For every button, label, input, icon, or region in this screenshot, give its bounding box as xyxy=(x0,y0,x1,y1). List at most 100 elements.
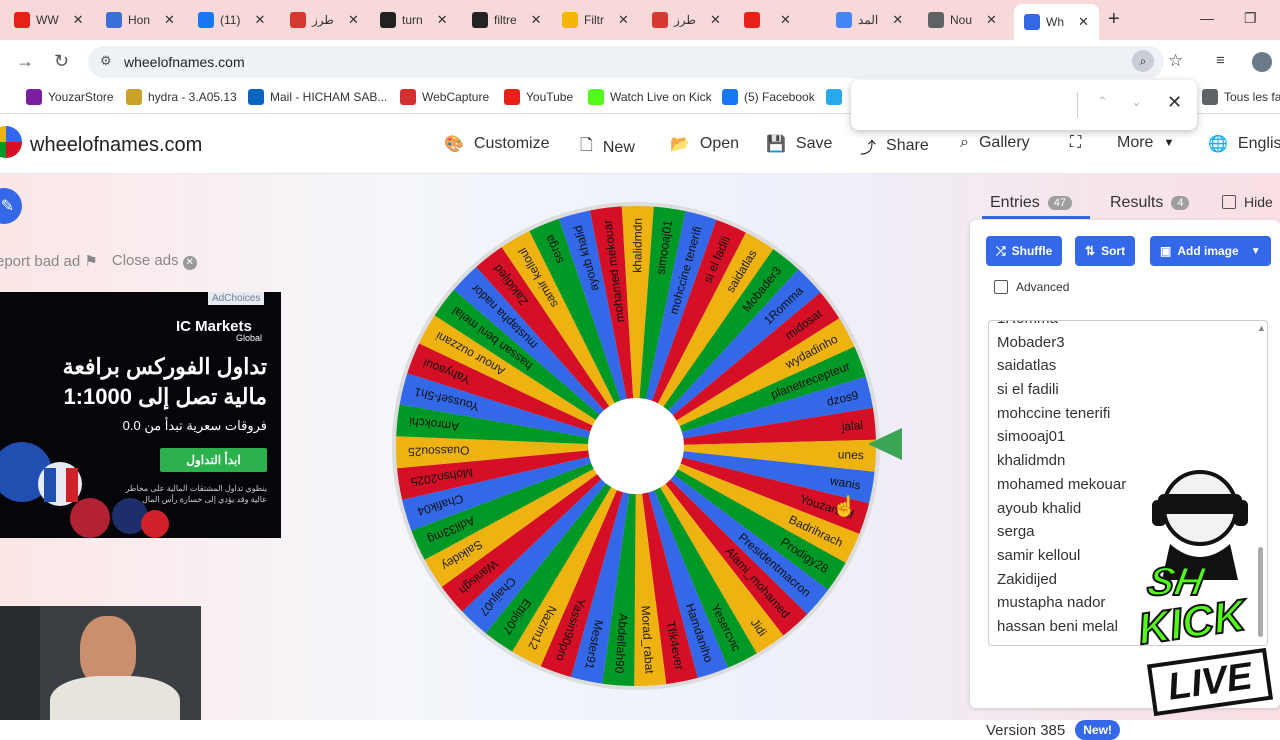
bookmark-star-icon[interactable]: ☆ xyxy=(1168,51,1183,71)
sort-button[interactable]: ⇅ Sort xyxy=(1075,236,1136,266)
tab-results[interactable]: Results 4 xyxy=(1110,194,1190,212)
close-tab-icon[interactable]: ✕ xyxy=(618,12,629,28)
reload-icon[interactable]: ↻ xyxy=(54,51,69,72)
bookmark-item[interactable]: YouTube xyxy=(504,89,573,105)
close-tab-icon[interactable]: ✕ xyxy=(73,12,84,28)
ad-cta-button[interactable]: ابدأ التداول xyxy=(160,448,267,472)
close-tab-icon[interactable]: ✕ xyxy=(348,12,359,28)
ad-headline: تداول الفوركس برافعة xyxy=(62,354,267,379)
site-logo[interactable] xyxy=(0,126,22,158)
folder-icon: 📂 xyxy=(670,136,690,153)
fullscreen-button[interactable]: ⛶ xyxy=(1070,134,1081,152)
find-next-icon[interactable]: ⌄ xyxy=(1131,94,1142,110)
add-image-button[interactable]: ▣ Add image ▼ xyxy=(1150,236,1271,266)
bookmark-item[interactable]: Tous les fa xyxy=(1202,89,1280,105)
close-tab-icon[interactable]: ✕ xyxy=(892,12,903,28)
close-tab-icon[interactable]: ✕ xyxy=(1078,14,1089,30)
browser-tab[interactable]: طرز ✕ xyxy=(652,6,721,34)
close-icon[interactable]: ✕ xyxy=(1167,92,1182,113)
advanced-toggle[interactable]: Advanced xyxy=(994,280,1069,294)
minimize-icon[interactable]: — xyxy=(1200,10,1214,26)
browser-tab[interactable]: Filtr ✕ xyxy=(562,6,629,34)
close-tab-icon[interactable]: ✕ xyxy=(254,12,265,28)
webcam-overlay xyxy=(0,606,201,720)
browser-tab[interactable]: (11) ✕ xyxy=(198,6,265,34)
menu-customize[interactable]: 🎨 Customize xyxy=(444,134,550,154)
browser-tab[interactable]: المد ✕ xyxy=(836,6,903,34)
flag-icon: ⚑ xyxy=(84,253,98,270)
find-prev-icon[interactable]: ⌃ xyxy=(1097,94,1108,110)
menu-new[interactable]: 🗋 New xyxy=(580,134,635,161)
report-ad-link[interactable]: eport bad ad ⚑ xyxy=(0,252,98,270)
flags-graphic xyxy=(0,442,169,538)
url-text: wheelofnames.com xyxy=(124,54,245,70)
bookmark-item[interactable]: YouzarStore xyxy=(26,89,114,105)
tab-title: Hon xyxy=(128,13,151,27)
bookmark-item[interactable]: hydra - 3.A05.13 xyxy=(126,89,237,105)
browser-tab[interactable]: Hon ✕ xyxy=(106,6,175,34)
browser-tab[interactable]: Wh ✕ xyxy=(1014,4,1099,40)
adchoices-label[interactable]: AdChoices xyxy=(208,292,265,305)
bookmark-favicon-icon xyxy=(588,89,604,105)
edit-button[interactable]: ✎ xyxy=(0,188,22,224)
bookmark-item[interactable]: (5) Facebook xyxy=(722,89,815,105)
find-input[interactable] xyxy=(867,92,1077,118)
address-bar[interactable]: ⚙ wheelofnames.com ⌕ xyxy=(88,46,1164,78)
bookmark-label: Mail - HICHAM SAB... xyxy=(270,90,388,104)
media-control-icon[interactable]: ≡ xyxy=(1216,52,1225,69)
bookmark-item[interactable]: Mail - HICHAM SAB... xyxy=(248,89,387,105)
browser-tab[interactable]: ✕ xyxy=(744,6,791,34)
site-info-icon[interactable]: ⚙ xyxy=(100,53,112,69)
menu-label: Save xyxy=(795,135,833,152)
close-tab-icon[interactable]: ✕ xyxy=(710,12,721,28)
browser-tab[interactable]: طرز ✕ xyxy=(290,6,359,34)
scroll-up-icon[interactable]: ▲ xyxy=(1257,323,1266,333)
search-icon: ⌕ xyxy=(960,134,969,151)
browser-tab[interactable]: Nou ✕ xyxy=(928,6,997,34)
menu-save[interactable]: 💾 Save xyxy=(766,134,832,154)
version-row: Version 385 New! xyxy=(986,720,1120,740)
menu-open[interactable]: 📂 Open xyxy=(670,134,739,154)
forward-icon[interactable]: → xyxy=(16,51,34,72)
find-icon[interactable]: ⌕ xyxy=(1132,50,1154,72)
close-tab-icon[interactable]: ✕ xyxy=(164,12,175,28)
close-tab-icon[interactable]: ✕ xyxy=(531,12,542,28)
bookmark-label: YouzarStore xyxy=(48,90,114,104)
advertisement[interactable]: AdChoices IC Markets Global تداول الفورك… xyxy=(0,292,281,538)
bookmark-favicon-icon xyxy=(722,89,738,105)
wheel-hub[interactable] xyxy=(588,398,684,494)
profile-avatar[interactable] xyxy=(1252,52,1272,72)
shuffle-button[interactable]: ⤮ Shuffle xyxy=(986,236,1063,266)
browser-tab[interactable]: filtre ✕ xyxy=(472,6,542,34)
list-item: simooaj01 xyxy=(997,428,1066,446)
hide-toggle[interactable]: Hide xyxy=(1222,194,1273,210)
menu-gallery[interactable]: ⌕ Gallery xyxy=(960,134,1030,152)
bookmark-item[interactable]: WebCapture xyxy=(400,89,489,105)
browser-tab[interactable]: WW ✕ xyxy=(14,6,84,34)
menu-more[interactable]: More ▼ xyxy=(1117,134,1174,152)
tab-entries[interactable]: Entries 47 xyxy=(990,194,1073,212)
wheel[interactable]: wanis Youzarseif Badrihrach Prodigy28 Presid… xyxy=(392,202,880,690)
new-badge[interactable]: New! xyxy=(1075,720,1120,740)
bookmark-favicon-icon xyxy=(1202,89,1218,105)
palette-icon: 🎨 xyxy=(444,136,464,153)
advanced-checkbox[interactable] xyxy=(994,280,1008,294)
close-tab-icon[interactable]: ✕ xyxy=(780,12,791,28)
hide-checkbox[interactable] xyxy=(1222,195,1236,209)
kick-live-overlay: SH KICK LIVE xyxy=(1130,460,1280,720)
close-tab-icon[interactable]: ✕ xyxy=(986,12,997,28)
list-item: si el fadili xyxy=(997,381,1059,399)
new-tab-button[interactable]: + xyxy=(1108,8,1120,31)
close-ads-link[interactable]: Close ads ✕ xyxy=(112,252,197,270)
bookmark-label: Tous les fa xyxy=(1224,90,1280,104)
wheel-svg[interactable]: wanisYouzarseifBadrihrachProdigy28Presid… xyxy=(392,202,880,690)
globe-icon: 🌐 xyxy=(1208,136,1228,153)
site-name[interactable]: wheelofnames.com xyxy=(30,134,202,157)
close-tab-icon[interactable]: ✕ xyxy=(437,12,448,28)
restore-icon[interactable]: ❐ xyxy=(1244,10,1257,27)
bookmark-item[interactable] xyxy=(826,89,848,105)
menu-language[interactable]: 🌐 Englis xyxy=(1208,134,1280,154)
browser-tab[interactable]: turn ✕ xyxy=(380,6,448,34)
menu-share[interactable]: ⤴ Share xyxy=(860,134,929,158)
bookmark-item[interactable]: Watch Live on Kick xyxy=(588,89,712,105)
